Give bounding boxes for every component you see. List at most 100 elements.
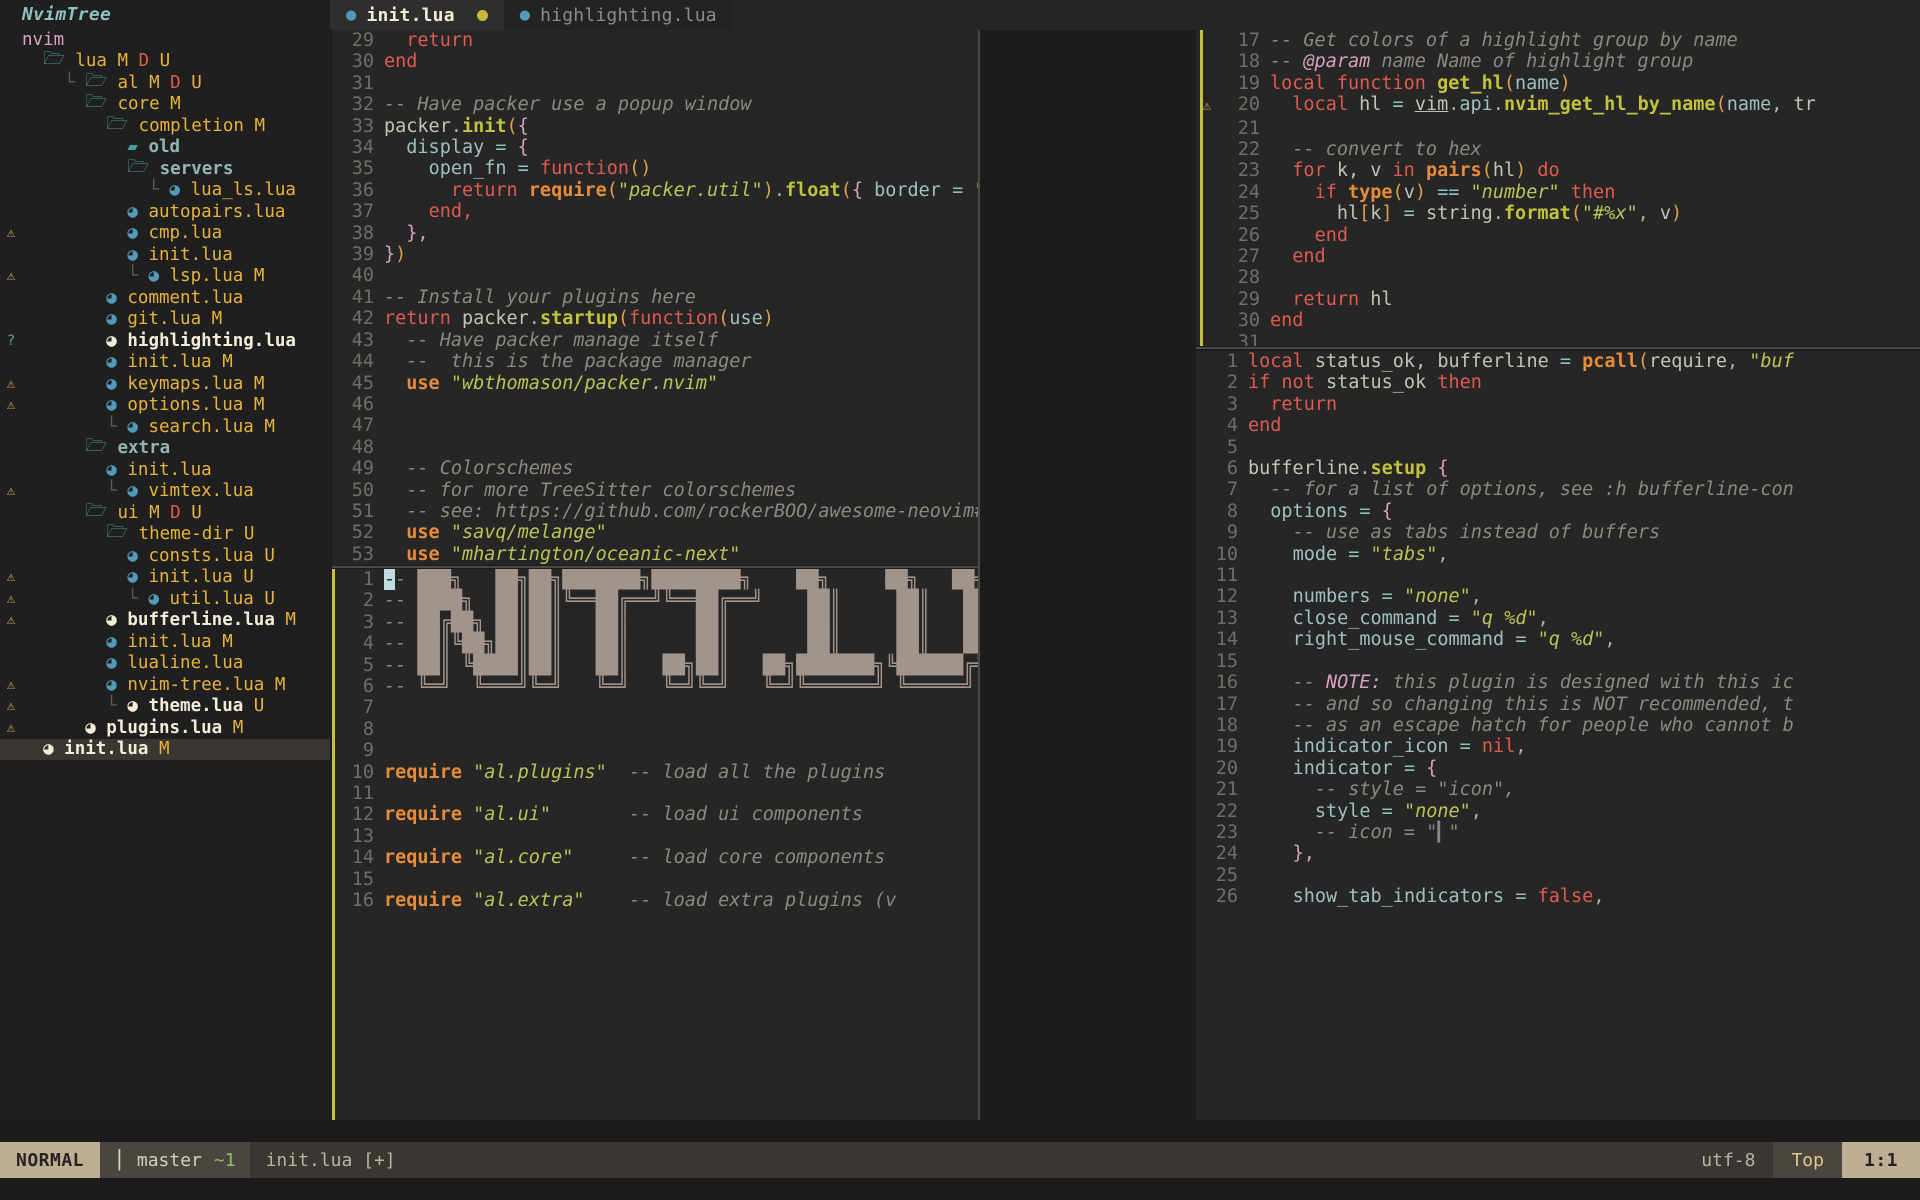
- line-number: 46: [351, 393, 374, 415]
- code-token: local: [1292, 94, 1360, 116]
- code-lines: 1 -- ███╗ ██╗██╗███████╗████████╗ ██╗ ██╗…: [332, 569, 978, 912]
- window-split-vertical[interactable]: [978, 30, 980, 1120]
- line-number: 9: [362, 740, 374, 762]
- line-number: 22: [1215, 800, 1238, 822]
- tree-item-label: init.lua: [148, 567, 233, 588]
- line-number: 12: [1215, 586, 1238, 608]
- code-line: 3 -- ██╔██╗ ██║██║ ██║ ██║ ██║ ██║ ██║███…: [332, 612, 978, 633]
- code-token: packer: [461, 308, 529, 330]
- tree-item-highlighting-lua[interactable]: ? ◕ highlighting.lua: [0, 330, 330, 352]
- tree-item-lualine-lua[interactable]: ◕ lualine.lua: [0, 653, 330, 675]
- window-split-horizontal[interactable]: [332, 566, 978, 568]
- tree-item-label: highlighting.lua: [127, 330, 296, 351]
- tree-indent-guide: [22, 739, 43, 759]
- tree-item-servers[interactable]: 🗁 servers: [0, 157, 330, 180]
- git-status-U: U: [253, 588, 275, 609]
- tree-indent-guide: [22, 503, 85, 523]
- tree-item-extra[interactable]: 🗁 extra: [0, 436, 330, 460]
- tree-item-init-lua[interactable]: ◕ init.lua M: [0, 631, 330, 653]
- window-split-horizontal-right[interactable]: [1196, 347, 1920, 349]
- tree-item-init-lua[interactable]: ◕ init.lua M: [0, 352, 330, 374]
- comment-prefix: --: [384, 654, 418, 676]
- tree-item-lsp-lua[interactable]: ⚠ └ ◕ lsp.lua M: [0, 266, 330, 288]
- tree-item-cmp-lua[interactable]: ⚠ ◕ cmp.lua: [0, 223, 330, 245]
- tree-item-init-lua[interactable]: ◕ init.lua M: [0, 738, 330, 760]
- code-token: (: [1503, 72, 1516, 94]
- code-token: vim: [1414, 94, 1449, 116]
- tree-item-init-lua[interactable]: ⚠ ◕ init.lua U: [0, 567, 330, 589]
- tree-item-git-lua[interactable]: ◕ git.lua M: [0, 309, 330, 331]
- editor-window-bufferline-lua[interactable]: 1 local status_ok, bufferline = pcall(req…: [1196, 351, 1920, 1120]
- git-status-D: D: [159, 502, 181, 523]
- tree-item-old[interactable]: ▰ old: [0, 137, 330, 159]
- tree-item-lua_ls-lua[interactable]: └ ◕ lua_ls.lua: [0, 180, 330, 202]
- code-token: -- for a list of options, see :h bufferl…: [1270, 479, 1794, 501]
- tab-init-lua[interactable]: ● init.lua: [330, 0, 504, 30]
- code-token: "number": [1470, 181, 1560, 203]
- line-number: 47: [351, 415, 374, 437]
- code-line: 43 -- Have packer manage itself: [332, 330, 978, 351]
- git-status-D: D: [128, 51, 150, 72]
- status-git[interactable]: ⎮ master ~1: [100, 1142, 250, 1178]
- code-line: 9: [332, 740, 978, 761]
- nvimtree-sidebar[interactable]: NvimTree nvim 🗁 lua M D U └ 🗁 al M D U 🗁…: [0, 0, 330, 1120]
- tree-item-ui[interactable]: 🗁 ui M D U: [0, 501, 330, 524]
- ascii-banner-line: ██╔██╗ ██║██║ ██║ ██║ ██║ ██║ ██║███████…: [417, 611, 978, 633]
- code-token: startup: [539, 308, 618, 330]
- editor-window-plugins-lua[interactable]: 29 return 30 end 31 32 -- Have packer use a p…: [332, 30, 978, 565]
- code-token: "al.extra": [473, 890, 585, 912]
- code-token: use: [729, 308, 763, 330]
- code-token: =: [940, 179, 975, 201]
- tab-highlighting-lua[interactable]: ● highlighting.lua: [503, 0, 733, 30]
- tree-item-autopairs-lua[interactable]: ◕ autopairs.lua: [0, 201, 330, 223]
- line-number: 8: [1226, 500, 1238, 522]
- tree-item-core[interactable]: 🗁 core M: [0, 92, 330, 116]
- nvimtree-item-list[interactable]: 🗁 lua M D U └ 🗁 al M D U 🗁 core M 🗁 comp…: [0, 49, 330, 760]
- tree-item-init-lua[interactable]: ◕ init.lua: [0, 459, 330, 481]
- line-number: 12: [351, 804, 374, 826]
- code-token: "al.core": [473, 847, 574, 869]
- tree-item-nvim-tree-lua[interactable]: ⚠ ◕ nvim-tree.lua M: [0, 674, 330, 696]
- tree-item-init-lua[interactable]: ◕ init.lua: [0, 244, 330, 266]
- code-token: local function: [1270, 72, 1438, 94]
- tree-item-theme-dir[interactable]: 🗁 theme-dir U: [0, 522, 330, 546]
- lua-devicon: ◕: [106, 352, 128, 373]
- tree-item-completion[interactable]: 🗁 completion M: [0, 114, 330, 137]
- git-status-M: M: [138, 502, 160, 523]
- lua-devicon: ◕: [127, 481, 149, 502]
- code-token: -: [395, 569, 418, 590]
- tree-item-comment-lua[interactable]: ◕ comment.lua: [0, 287, 330, 309]
- tree-item-search-lua[interactable]: └ ◕ search.lua M: [0, 416, 330, 438]
- editor-window-highlighting-lua[interactable]: 17 -- Get colors of a highlight group by …: [1196, 30, 1920, 346]
- code-line: 25: [1196, 865, 1920, 886]
- line-number: 20: [1215, 757, 1238, 779]
- code-token: -- Have packer use a popup window: [384, 94, 752, 116]
- code-token: -- use as tabs instead of buffers: [1292, 522, 1661, 544]
- code-token: status_ok, bufferline: [1314, 351, 1549, 372]
- tree-item-bufferline-lua[interactable]: ⚠ ◕ bufferline.lua M: [0, 610, 330, 632]
- code-line: 29 return: [332, 30, 978, 51]
- code-line: 19 local function get_hl(name): [1196, 73, 1920, 94]
- tree-item-lua[interactable]: 🗁 lua M D U: [0, 49, 330, 73]
- code-token: .: [1448, 94, 1460, 116]
- editor-window-init-lua[interactable]: 1 -- ███╗ ██╗██╗███████╗████████╗ ██╗ ██╗…: [332, 569, 978, 1120]
- code-token: .: [1359, 458, 1371, 480]
- tree-item-util-lua[interactable]: ⚠ └ ◕ util.lua U: [0, 588, 330, 610]
- code-token: return: [450, 179, 529, 201]
- line-number: 16: [1215, 672, 1238, 694]
- tree-item-consts-lua[interactable]: ◕ consts.lua U: [0, 545, 330, 567]
- tree-item-keymaps-lua[interactable]: ⚠ ◕ keymaps.lua M: [0, 373, 330, 395]
- tree-item-vimtex-lua[interactable]: ⚠ └ ◕ vimtex.lua: [0, 481, 330, 503]
- tree-item-al[interactable]: └ 🗁 al M D U: [0, 71, 330, 94]
- code-token: ): [762, 179, 774, 201]
- tree-item-theme-lua[interactable]: ⚠ └ ◕ theme.lua U: [0, 696, 330, 718]
- code-token: "packer.util": [617, 179, 763, 201]
- code-token: ,: [1726, 351, 1750, 372]
- code-token: v: [1659, 203, 1672, 225]
- status-filename: init.lua [+]: [265, 1149, 396, 1171]
- line-number: 14: [351, 847, 374, 869]
- tree-item-plugins-lua[interactable]: ⚠ ◕ plugins.lua M: [0, 717, 330, 739]
- tree-item-options-lua[interactable]: ⚠ ◕ options.lua M: [0, 395, 330, 417]
